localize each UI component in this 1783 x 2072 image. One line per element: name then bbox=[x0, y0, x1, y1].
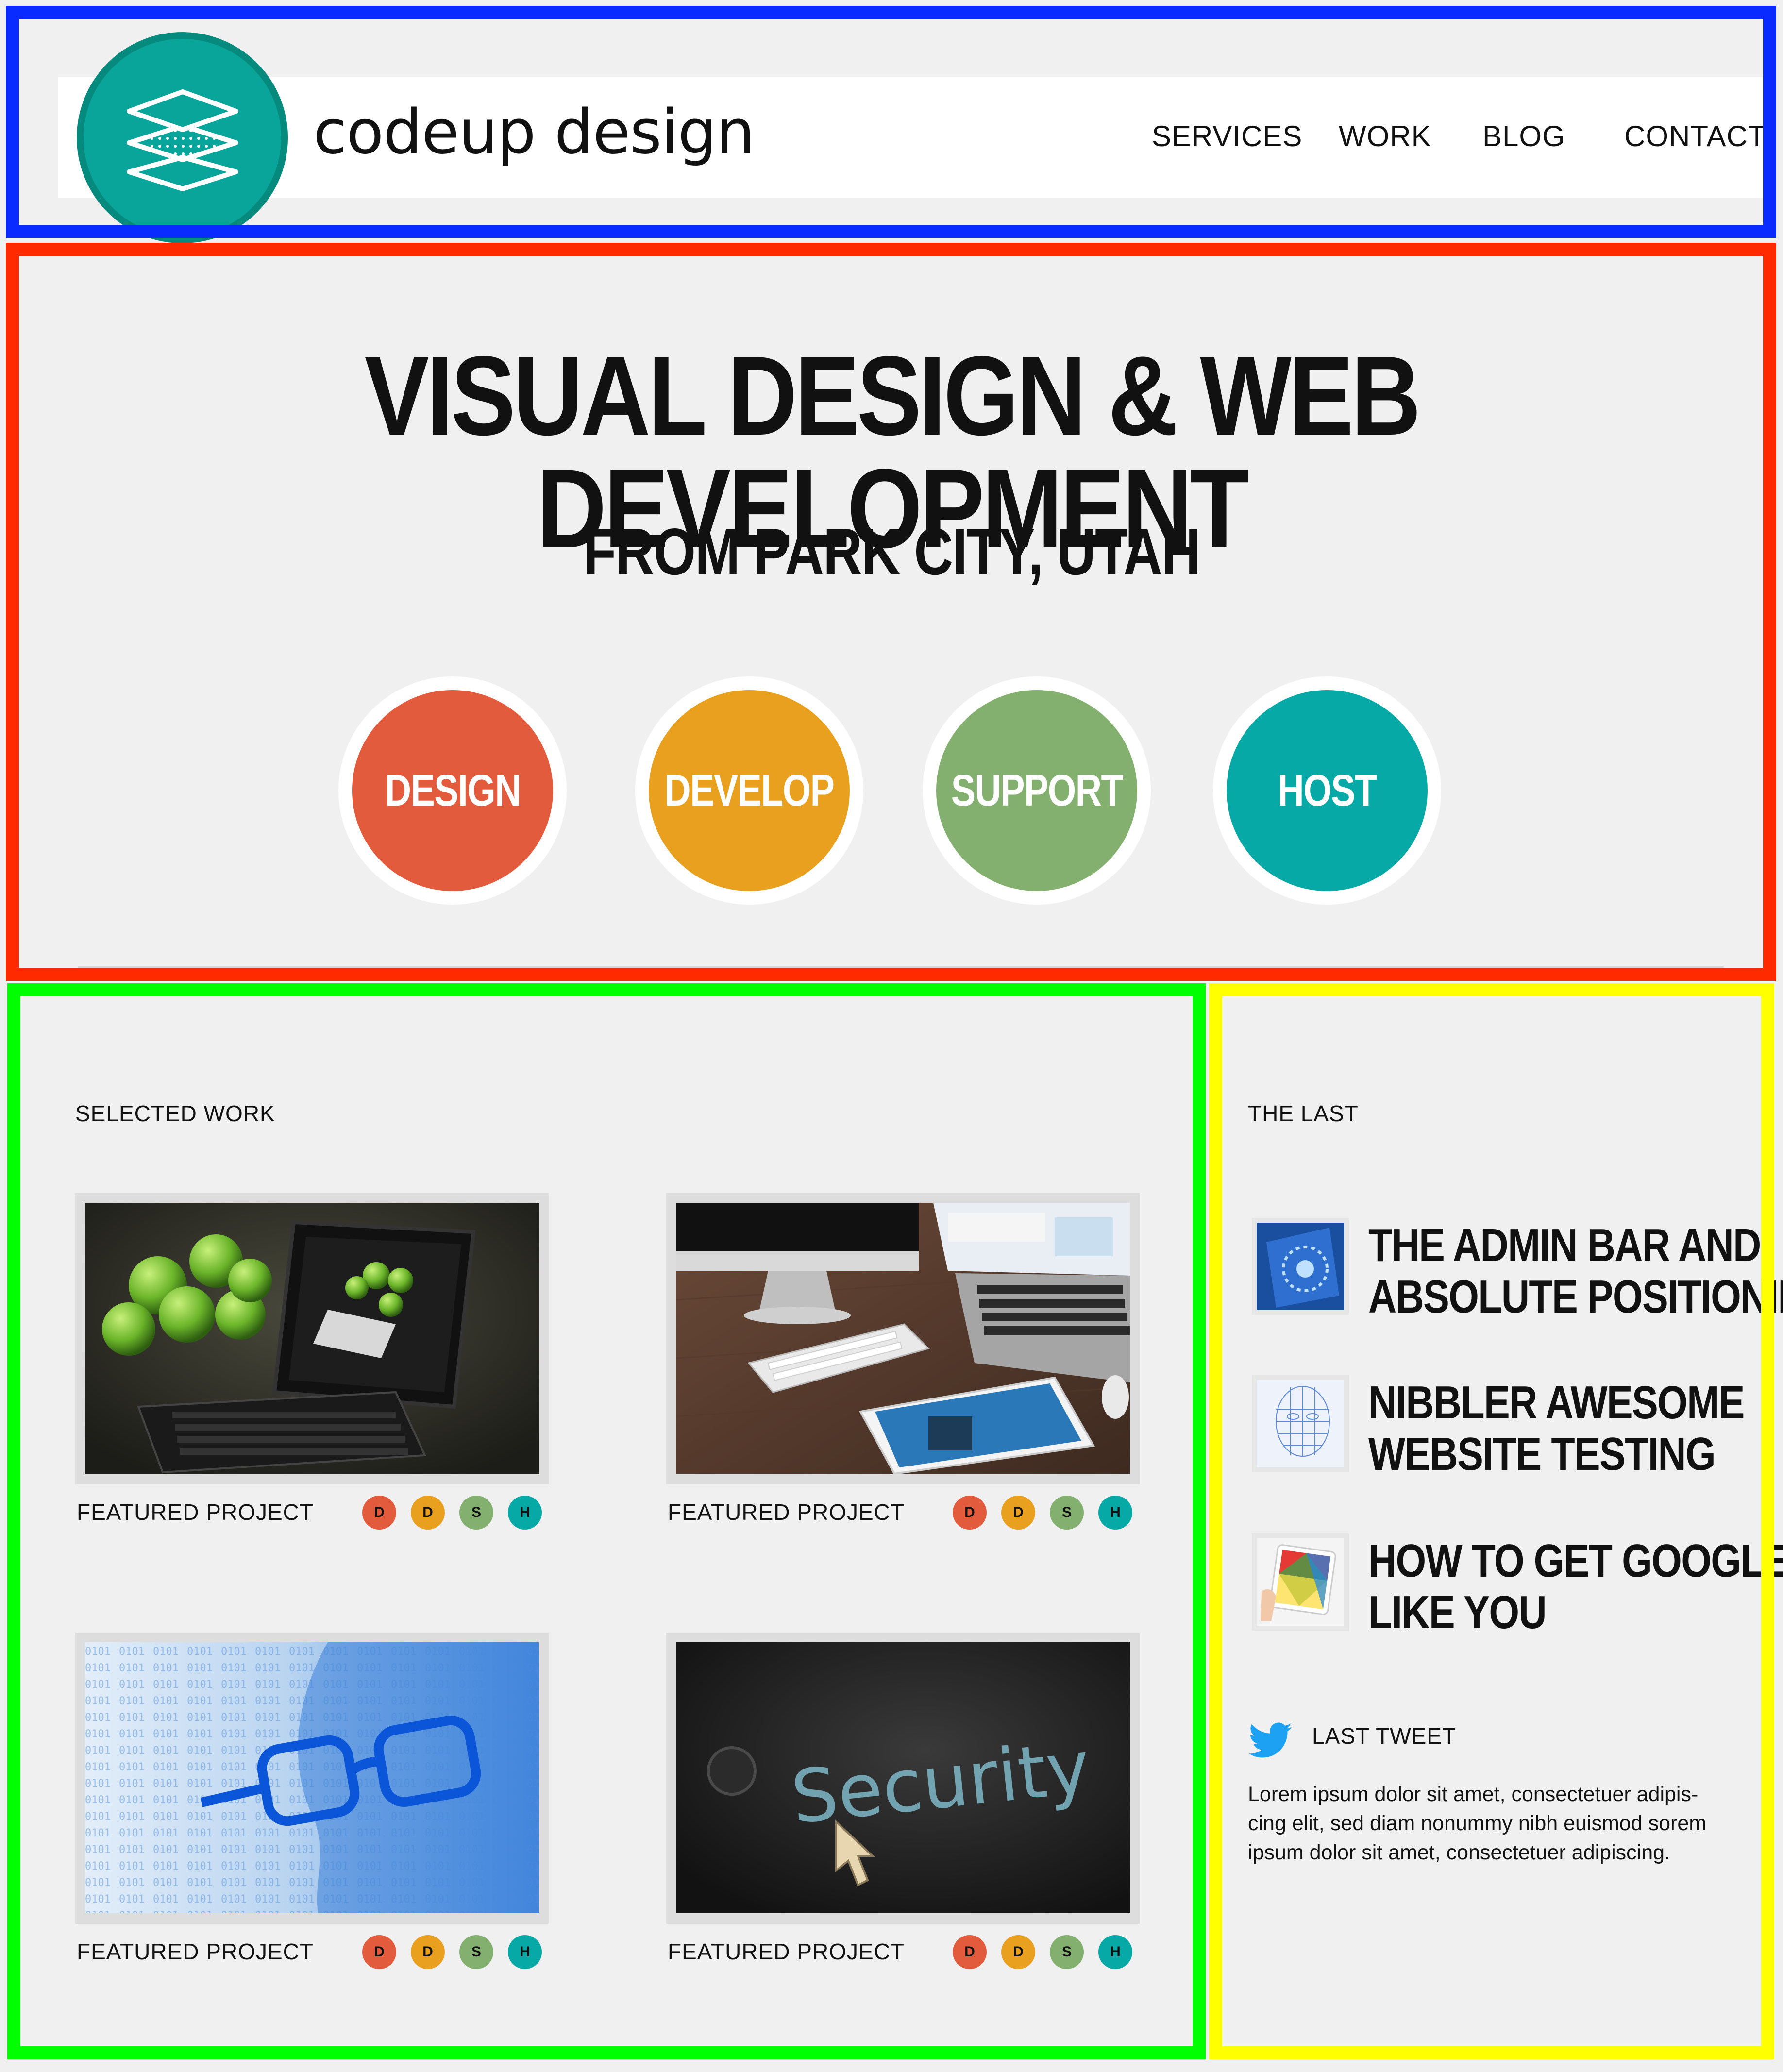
security-screen-cursor-photo: Security bbox=[676, 1642, 1130, 1913]
service-design-circle: DESIGN bbox=[352, 690, 553, 891]
tweet-line: cing elit, sed diam nonummy nibh euismod… bbox=[1248, 1812, 1707, 1836]
post-title-3[interactable]: HOW TO GET GOOGLE TO LIKE YOU bbox=[1368, 1535, 1783, 1638]
badge-host: H bbox=[508, 1496, 542, 1530]
post-title-1[interactable]: THE ADMIN BAR AND ABSOLUTE POSITIONING bbox=[1368, 1219, 1783, 1323]
post-title-2-line1: NIBBLER AWESOME bbox=[1368, 1377, 1745, 1429]
service-host-label: HOST bbox=[1278, 765, 1377, 815]
logo[interactable] bbox=[77, 32, 288, 243]
nav-blog[interactable]: BLOG bbox=[1482, 119, 1565, 154]
badge-host: H bbox=[1098, 1496, 1132, 1530]
binary-face-glasses-photo: 0101 bbox=[85, 1642, 539, 1913]
badge-support: S bbox=[459, 1935, 493, 1969]
post-title-3-line2: LIKE YOU bbox=[1368, 1586, 1547, 1638]
project-caption-4: FEATURED PROJECT bbox=[668, 1939, 905, 1964]
service-support-circle: SUPPORT bbox=[936, 690, 1137, 891]
badge-host: H bbox=[1098, 1935, 1132, 1969]
badge-develop: D bbox=[411, 1496, 445, 1530]
section-divider bbox=[78, 966, 1724, 969]
badge-design: D bbox=[953, 1935, 987, 1969]
service-design-label: DESIGN bbox=[385, 765, 521, 815]
apples-tablet-keyboard-photo bbox=[85, 1203, 539, 1474]
badge-design: D bbox=[362, 1496, 396, 1530]
selected-work-heading: SELECTED WORK bbox=[75, 1101, 275, 1126]
desk-imac-laptop-tablet-photo bbox=[676, 1203, 1130, 1474]
sidebar-region-frame bbox=[1209, 983, 1774, 2059]
wireframe-face-thumb[interactable] bbox=[1252, 1375, 1349, 1472]
colorful-tablet-thumb[interactable] bbox=[1252, 1533, 1349, 1631]
project-card-1[interactable] bbox=[75, 1193, 549, 1484]
post-title-1-line2: ABSOLUTE POSITIONING bbox=[1368, 1270, 1783, 1323]
the-last-heading: THE LAST bbox=[1248, 1101, 1359, 1126]
badge-host: H bbox=[508, 1935, 542, 1969]
badge-develop: D bbox=[1001, 1935, 1035, 1969]
service-support-label: SUPPORT bbox=[951, 765, 1123, 815]
hero-subtitle: FROM PARK CITY, UTAH bbox=[583, 515, 1201, 589]
service-support-button[interactable]: SUPPORT bbox=[923, 676, 1151, 905]
post-title-3-line1: HOW TO GET GOOGLE TO bbox=[1368, 1535, 1783, 1587]
post-title-1-line1: THE ADMIN BAR AND bbox=[1368, 1219, 1761, 1271]
service-develop-button[interactable]: DEVELOP bbox=[635, 676, 863, 905]
tweet-line: ipsum dolor sit amet, consectetuer adipi… bbox=[1248, 1841, 1670, 1865]
project-caption-3: FEATURED PROJECT bbox=[77, 1939, 314, 1964]
layers-icon bbox=[126, 89, 238, 191]
nav-contact[interactable]: CONTACT bbox=[1624, 119, 1766, 154]
service-design-button[interactable]: DESIGN bbox=[338, 676, 567, 905]
nav-work[interactable]: WORK bbox=[1339, 119, 1431, 154]
tweet-line: Lorem ipsum dolor sit amet, consectetuer… bbox=[1248, 1783, 1699, 1806]
brand-name[interactable]: codeup design bbox=[313, 95, 755, 168]
nav-services[interactable]: SERVICES bbox=[1152, 119, 1302, 154]
tweet-text: Lorem ipsum dolor sit amet, consectetuer… bbox=[1248, 1780, 1733, 1868]
project-card-3[interactable]: 0101 bbox=[75, 1633, 549, 1924]
badge-develop: D bbox=[411, 1935, 445, 1969]
badge-develop: D bbox=[1001, 1496, 1035, 1530]
service-develop-circle: DEVELOP bbox=[649, 690, 850, 891]
project-caption-1: FEATURED PROJECT bbox=[77, 1499, 314, 1525]
twitter-bird-icon[interactable] bbox=[1249, 1721, 1293, 1760]
last-tweet-heading: LAST TWEET bbox=[1312, 1723, 1457, 1749]
post-title-2[interactable]: NIBBLER AWESOME WEBSITE TESTING bbox=[1368, 1377, 1745, 1480]
badge-support: S bbox=[459, 1496, 493, 1530]
project-caption-2: FEATURED PROJECT bbox=[668, 1499, 905, 1525]
badge-design: D bbox=[362, 1935, 396, 1969]
badge-design: D bbox=[953, 1496, 987, 1530]
project-card-4[interactable]: Security bbox=[666, 1633, 1140, 1924]
badge-support: S bbox=[1050, 1496, 1084, 1530]
social-phone-thumb[interactable] bbox=[1252, 1218, 1349, 1315]
badge-support: S bbox=[1050, 1935, 1084, 1969]
post-title-2-line2: WEBSITE TESTING bbox=[1368, 1428, 1716, 1480]
service-host-button[interactable]: HOST bbox=[1213, 676, 1441, 905]
project-card-2[interactable] bbox=[666, 1193, 1140, 1484]
service-develop-label: DEVELOP bbox=[664, 765, 835, 815]
service-host-circle: HOST bbox=[1227, 690, 1428, 891]
